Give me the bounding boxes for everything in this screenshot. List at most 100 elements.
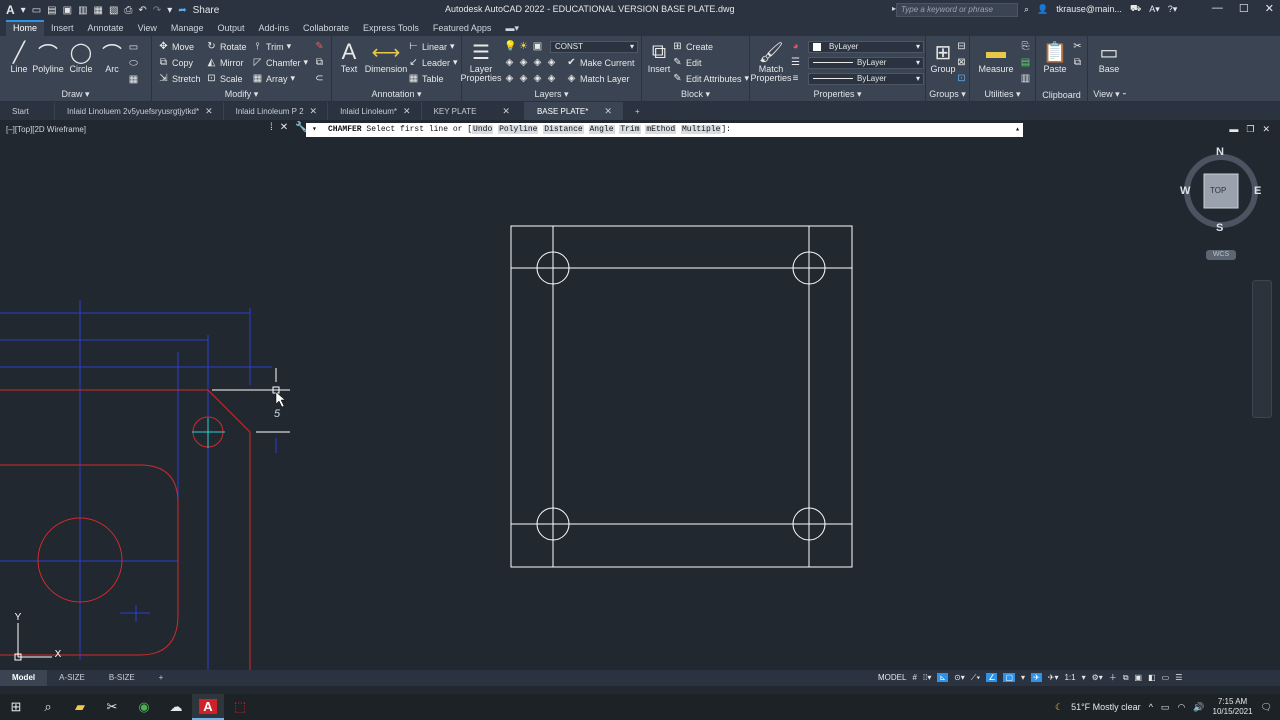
gradient-icon[interactable]: ▦	[128, 74, 139, 85]
linetype-icon[interactable]: ≡	[790, 73, 801, 84]
group-tool[interactable]: ⊞ Group	[926, 40, 960, 74]
explode-icon[interactable]: ⧉	[314, 57, 325, 68]
annotation-scale[interactable]: 1:1	[1064, 673, 1075, 682]
minimize-icon[interactable]: —	[1212, 2, 1223, 15]
object-snap-tracking-icon[interactable]: ∠	[986, 673, 998, 682]
calculator-icon[interactable]: ▤	[1020, 57, 1031, 68]
utility-icon-1[interactable]: ⎘	[1020, 41, 1031, 52]
acrobat-icon[interactable]: ⬚	[224, 694, 256, 720]
create-button[interactable]: ⊞ Create	[672, 41, 713, 52]
compass-west[interactable]: W	[1180, 185, 1190, 197]
viewcube-face-top[interactable]: TOP	[1210, 186, 1226, 195]
tab-express-tools[interactable]: Express Tools	[356, 20, 426, 36]
layout-tab-b-size[interactable]: B-SIZE	[97, 670, 147, 686]
stretch-button[interactable]: ⇲ Stretch	[158, 73, 200, 84]
drawing-viewport[interactable]: [–][Top][2D Wireframe] ⁞ ✕ 🔧 ▾ CHAMFER S…	[0, 120, 1280, 670]
workspace-gear-icon[interactable]: ⚙▾	[1092, 673, 1103, 682]
app-icon[interactable]: ☁	[160, 694, 192, 720]
close-icon[interactable]: ✕	[205, 106, 213, 117]
dimension-tool[interactable]: ⟷ Dimension	[365, 40, 408, 74]
tab-view[interactable]: View	[131, 20, 164, 36]
trim-button[interactable]: ⫯ Trim ▾	[252, 41, 291, 52]
mirror-button[interactable]: ◭ Mirror	[206, 57, 244, 68]
layout-tab-model[interactable]: Model	[0, 670, 48, 686]
navigation-bar[interactable]	[1252, 280, 1272, 418]
table-button[interactable]: ▦ Table	[408, 73, 444, 84]
close-icon[interactable]: ✕	[403, 106, 411, 117]
user-account[interactable]: tkrause@main...	[1056, 4, 1122, 14]
ribbon-toggle-icon[interactable]: ▬▾	[498, 20, 526, 36]
autocad-logo-icon[interactable]: A	[6, 3, 15, 17]
open-folder-icon[interactable]: ▤	[47, 5, 56, 16]
measure-tool[interactable]: ▬ Measure	[978, 40, 1014, 74]
layer-tool-row1[interactable]: ◈ ◈ ◈ ◈	[504, 57, 557, 68]
chrome-icon[interactable]: ◉	[128, 694, 160, 720]
windows-start-icon[interactable]: ⊞	[0, 694, 32, 720]
arc-tool[interactable]: ⌒ Arc	[95, 40, 129, 74]
tab-manage[interactable]: Manage	[164, 20, 211, 36]
quick-properties-icon[interactable]: ▣	[1135, 673, 1143, 682]
viewcube[interactable]: N S E W TOP	[1180, 146, 1262, 234]
linetype-dropdown[interactable]: ByLayer ▾	[808, 73, 924, 85]
taskbar-search-icon[interactable]: ⌕	[32, 694, 64, 720]
edit-attributes-button[interactable]: ✎ Edit Attributes ▾	[672, 73, 749, 84]
clock[interactable]: 7:15 AM 10/15/2021	[1213, 697, 1253, 717]
tab-add-ins[interactable]: Add-ins	[251, 20, 296, 36]
text-tool[interactable]: A Text	[332, 39, 366, 74]
new-tab-button[interactable]: +	[623, 102, 650, 120]
isolate-objects-icon[interactable]: ◧	[1148, 673, 1156, 682]
layer-dropdown[interactable]: CONST ▾	[550, 41, 638, 53]
autodesk-app-icon[interactable]: A▾	[1149, 4, 1160, 15]
grid-icon[interactable]: #	[912, 673, 916, 682]
redo-icon[interactable]: ↷	[153, 5, 161, 16]
hatch-icon[interactable]: ⬭	[128, 58, 139, 69]
object-snap-dropdown-icon[interactable]: ▾	[1021, 673, 1025, 682]
plot-icon[interactable]: ⎙	[124, 5, 132, 16]
chamfer-button[interactable]: ◸ Chamfer ▾	[252, 57, 308, 68]
autocad-taskbar-icon[interactable]: A	[192, 694, 224, 720]
layout-tab-a-size[interactable]: A-SIZE	[47, 670, 97, 686]
help-icon[interactable]: ?▾	[1168, 4, 1178, 15]
linear-button[interactable]: ⊢ Linear ▾	[408, 41, 454, 52]
scale-button[interactable]: ⊡ Scale	[206, 73, 242, 84]
groups-panel-title[interactable]: Groups ▾	[926, 89, 969, 100]
move-button[interactable]: ✥ Move	[158, 41, 194, 52]
scale-dropdown-icon[interactable]: ▾	[1082, 673, 1086, 682]
share-icon[interactable]: ➦	[178, 5, 186, 16]
close-icon[interactable]: ✕	[604, 106, 612, 117]
offset-icon[interactable]: ⊂	[314, 73, 325, 84]
object-snap-icon[interactable]: ▢	[1003, 673, 1016, 682]
close-icon[interactable]: ✕	[310, 106, 318, 117]
cart-icon[interactable]: ⛟	[1130, 3, 1141, 15]
plate-outline[interactable]	[510, 225, 853, 568]
clean-screen-icon[interactable]: ▭	[1162, 673, 1170, 682]
edit-button[interactable]: ✎ Edit	[672, 57, 701, 68]
new-file-icon[interactable]: ▭	[32, 5, 41, 16]
tab-output[interactable]: Output	[210, 20, 251, 36]
match-layer-button[interactable]: ◈ Match Layer	[566, 73, 630, 84]
color-wheel-icon[interactable]: ◕	[790, 41, 801, 52]
cut-icon[interactable]: ✂	[1072, 41, 1083, 52]
undo-icon[interactable]: ↶	[138, 5, 146, 16]
draw-panel-title[interactable]: Draw ▾	[0, 89, 151, 100]
rectangle-icon[interactable]: ▭	[128, 42, 139, 53]
layer-tool-row2[interactable]: ◈ ◈ ◈ ◈	[504, 73, 557, 84]
block-panel-title[interactable]: Block ▾	[642, 89, 749, 100]
weather-text[interactable]: 51°F Mostly clear	[1071, 702, 1141, 712]
tab-featured-apps[interactable]: Featured Apps	[426, 20, 499, 36]
tray-expand-icon[interactable]: ^	[1149, 702, 1153, 712]
save-as-icon[interactable]: ▥	[78, 5, 87, 16]
leader-button[interactable]: ↙ Leader ▾	[408, 57, 457, 68]
doc-tab-base-plate[interactable]: BASE PLATE* ✕	[524, 102, 623, 120]
search-icon[interactable]: ⌕	[1024, 4, 1029, 15]
color-dropdown[interactable]: ByLayer ▾	[808, 41, 924, 53]
circle-tool[interactable]: ◯ Circle	[64, 40, 98, 74]
tab-home[interactable]: Home	[6, 20, 45, 36]
layer-state-icons[interactable]: 💡 ☀ ▣	[504, 41, 543, 52]
ungroup-icon[interactable]: ⊟	[956, 41, 967, 52]
customize-toolbar-icon[interactable]: ▾	[167, 5, 172, 16]
dropdown-arrow-icon[interactable]: ▾	[21, 5, 26, 16]
doc-tab-key-plate[interactable]: KEY PLATE ✕	[422, 102, 525, 120]
doc-tab-inlaid-linoleum-p2[interactable]: Inlaid Linoleum P 2 ✕	[224, 102, 329, 120]
tab-insert[interactable]: Insert	[44, 20, 81, 36]
